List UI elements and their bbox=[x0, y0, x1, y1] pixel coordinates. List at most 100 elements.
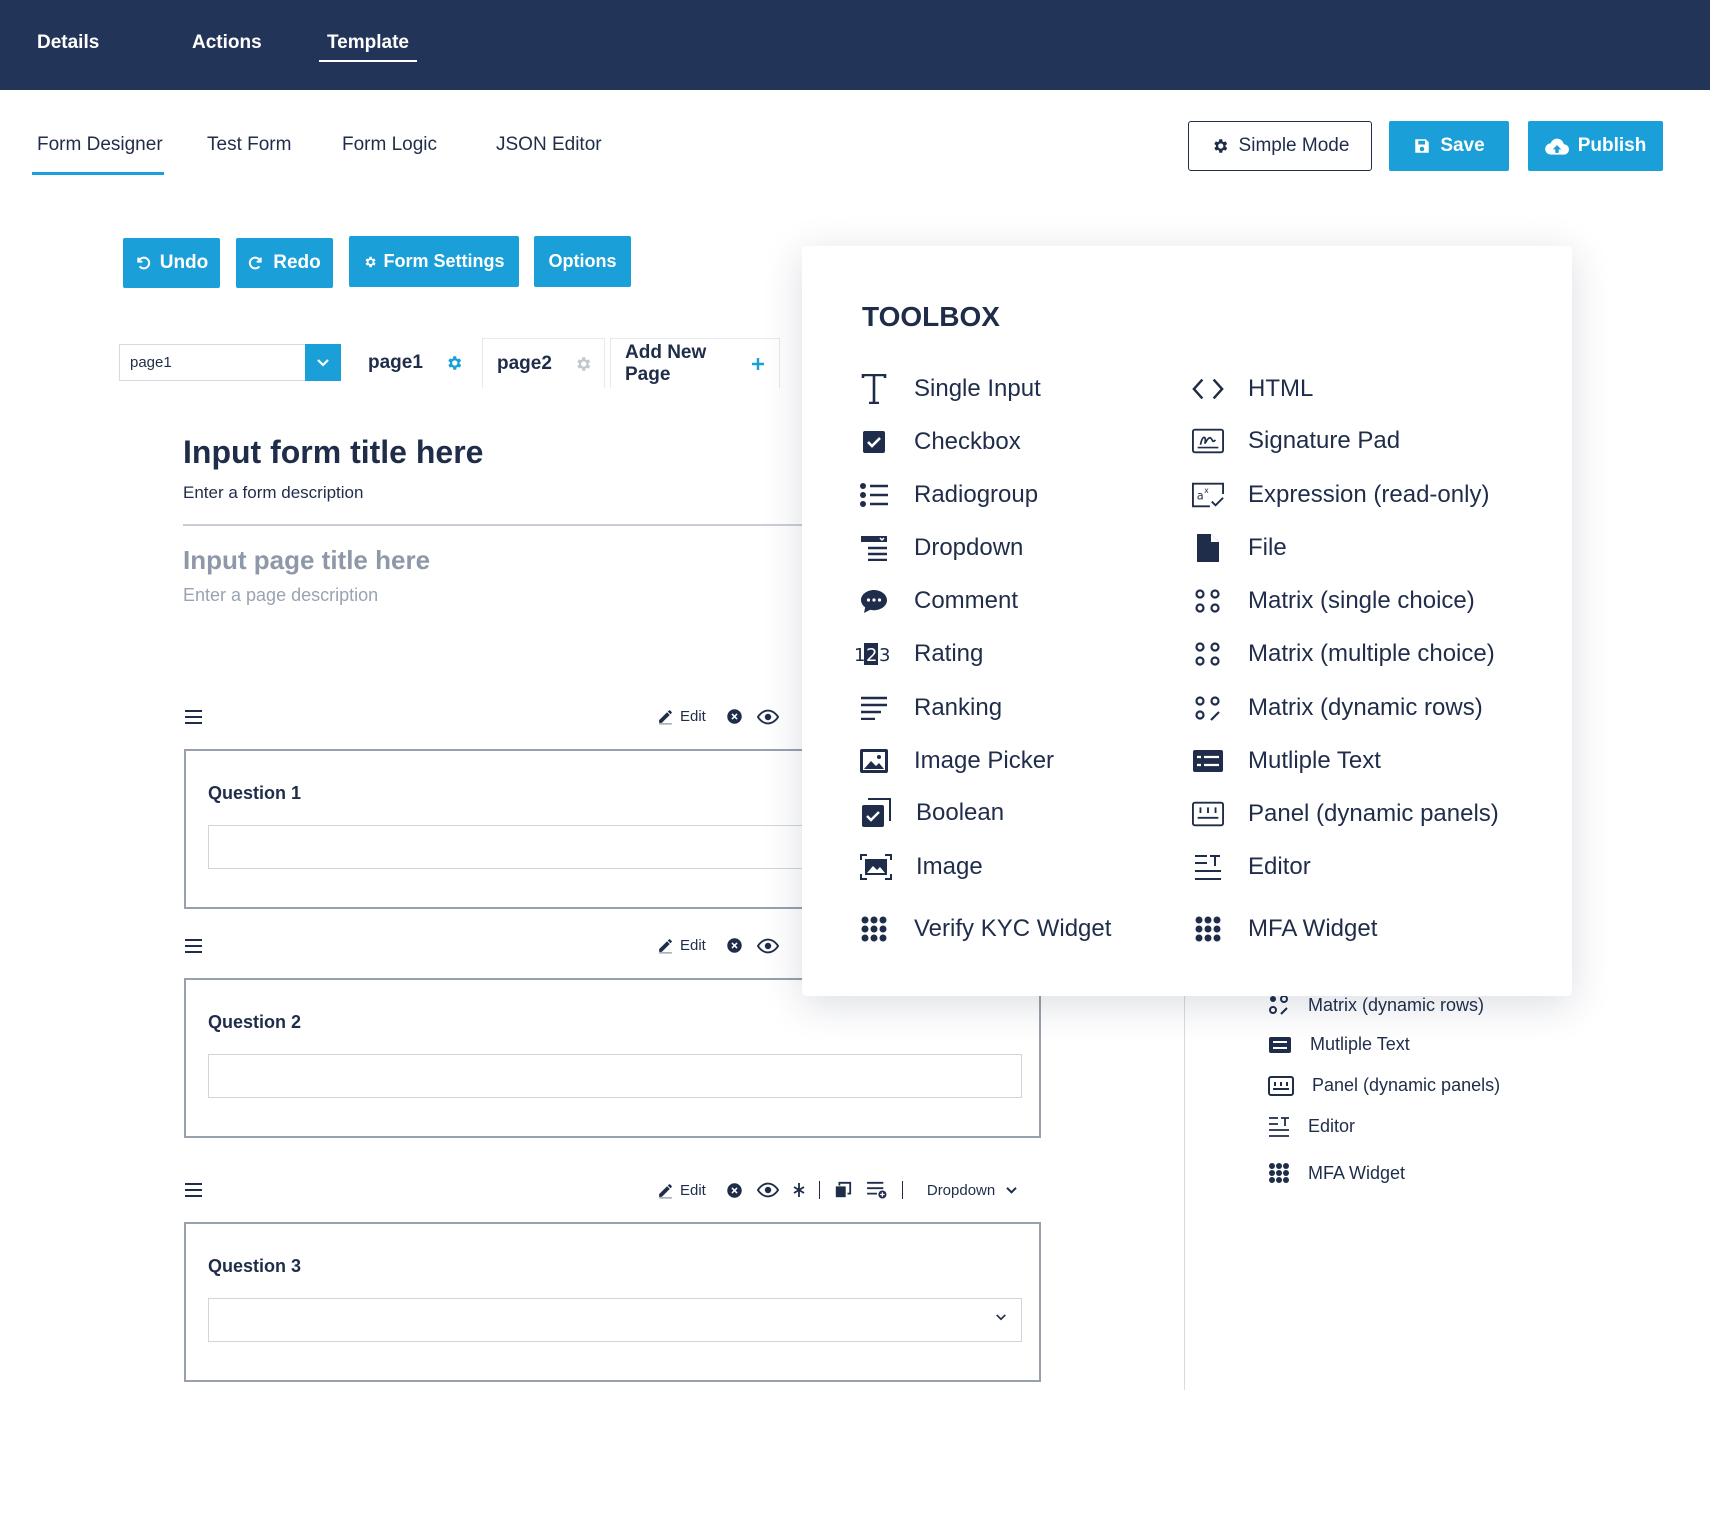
toolbox-item-comment[interactable]: Comment bbox=[858, 585, 1018, 617]
matrix-dynamic-icon bbox=[1268, 994, 1290, 1016]
toolbox-item[interactable]: Matrix (dynamic rows) bbox=[1268, 994, 1484, 1016]
question-card[interactable]: Question 3 bbox=[184, 1222, 1041, 1382]
delete-icon[interactable] bbox=[726, 1182, 743, 1199]
image-icon bbox=[860, 851, 892, 883]
toolbox-item[interactable]: Panel (dynamic panels) bbox=[1268, 1075, 1500, 1096]
tab-template[interactable]: Template bbox=[319, 32, 417, 62]
gear-icon[interactable] bbox=[574, 355, 592, 373]
toolbox-item-label: Panel (dynamic panels) bbox=[1312, 1075, 1501, 1095]
save-label: Save bbox=[1440, 135, 1485, 156]
toolbox-item-file[interactable]: File bbox=[1192, 532, 1287, 564]
undo-button[interactable]: Undo bbox=[123, 238, 220, 288]
toolbox-item-matrix-dynamic[interactable]: Matrix (dynamic rows) bbox=[1192, 692, 1483, 724]
question-card[interactable]: Question 2 bbox=[184, 978, 1041, 1138]
redo-button[interactable]: Redo bbox=[236, 238, 333, 288]
page-tab-label: page2 bbox=[497, 352, 552, 374]
page-tab-page2[interactable]: page2 bbox=[482, 338, 605, 388]
add-new-page-button[interactable]: Add New Page bbox=[610, 338, 780, 388]
eye-icon[interactable] bbox=[756, 1182, 779, 1198]
tab-details[interactable]: Details bbox=[37, 32, 99, 54]
subtab-form-designer[interactable]: Form Designer bbox=[32, 134, 164, 175]
pencil-icon bbox=[657, 1182, 674, 1199]
question-dropdown[interactable] bbox=[208, 1298, 1022, 1342]
pencil-icon bbox=[657, 937, 674, 954]
toolbox-item-ranking[interactable]: Ranking bbox=[858, 692, 1002, 724]
toolbox-item-matrix-multiple[interactable]: Matrix (multiple choice) bbox=[1192, 638, 1495, 670]
edit-button[interactable]: Edit bbox=[657, 937, 706, 954]
delete-icon[interactable] bbox=[726, 708, 743, 725]
toolbox-item-expression[interactable]: ax Expression (read-only) bbox=[1192, 479, 1489, 511]
drag-handle-icon[interactable] bbox=[185, 939, 202, 953]
publish-button[interactable]: Publish bbox=[1528, 121, 1663, 171]
toolbox-item-label: Matrix (multiple choice) bbox=[1248, 640, 1495, 667]
options-button[interactable]: Options bbox=[534, 236, 631, 287]
page-selector[interactable]: page1 bbox=[119, 344, 341, 381]
subtab-form-logic[interactable]: Form Logic bbox=[342, 134, 437, 156]
toolbox-item[interactable]: MFA Widget bbox=[1268, 1162, 1405, 1184]
ranking-icon bbox=[858, 692, 890, 724]
rating-icon: 123 bbox=[854, 638, 890, 670]
subtab-json-editor[interactable]: JSON Editor bbox=[496, 134, 602, 156]
toolbox-item-panel-dynamic[interactable]: Panel (dynamic panels) bbox=[1192, 798, 1499, 830]
toolbox-item-label: HTML bbox=[1248, 375, 1314, 402]
toolbox-item[interactable]: Editor bbox=[1268, 1115, 1355, 1137]
subtab-test-form[interactable]: Test Form bbox=[207, 134, 291, 156]
edit-button[interactable]: Edit bbox=[657, 1182, 706, 1199]
drag-handle-icon[interactable] bbox=[185, 1183, 202, 1197]
toolbox-item-label: Verify KYC Widget bbox=[914, 915, 1112, 942]
toolbox-item[interactable]: Mutliple Text bbox=[1268, 1034, 1410, 1055]
toolbox-item-single-input[interactable]: Single Input bbox=[858, 373, 1041, 405]
options-label: Options bbox=[548, 251, 617, 271]
separator bbox=[901, 1181, 903, 1199]
cloud-upload-icon bbox=[1544, 137, 1569, 155]
text-icon bbox=[858, 373, 890, 405]
gear-icon[interactable] bbox=[445, 354, 463, 372]
tab-actions[interactable]: Actions bbox=[192, 32, 262, 54]
toolbox-item-checkbox[interactable]: Checkbox bbox=[858, 426, 1021, 458]
question-input[interactable] bbox=[208, 1054, 1022, 1098]
toolbox-item-multiple-text[interactable]: Mutliple Text bbox=[1192, 745, 1381, 777]
duplicate-icon[interactable] bbox=[834, 1181, 852, 1199]
eye-icon[interactable] bbox=[756, 709, 779, 725]
toolbox-item-image-picker[interactable]: Image Picker bbox=[858, 745, 1054, 777]
pencil-icon bbox=[657, 708, 674, 725]
form-settings-button[interactable]: Form Settings bbox=[349, 236, 519, 287]
save-button[interactable]: Save bbox=[1389, 121, 1509, 171]
publish-label: Publish bbox=[1577, 135, 1647, 156]
delete-icon[interactable] bbox=[726, 937, 743, 954]
required-icon[interactable] bbox=[793, 1182, 805, 1198]
matrix-dynamic-icon bbox=[1192, 692, 1224, 724]
form-description[interactable]: Enter a form description bbox=[183, 483, 363, 503]
page-selector-value: page1 bbox=[130, 354, 172, 371]
question-type-dropdown[interactable]: Dropdown bbox=[927, 1182, 1018, 1199]
question-type-label: Dropdown bbox=[926, 1181, 996, 1199]
toolbox-panel bbox=[802, 246, 1572, 996]
toolbox-item-signature-pad[interactable]: Signature Pad bbox=[1192, 425, 1400, 457]
toolbox-item-html[interactable]: HTML bbox=[1192, 373, 1313, 405]
toolbox-item-boolean[interactable]: Boolean bbox=[860, 797, 1004, 829]
toolbox-item-verify-kyc-widget[interactable]: Verify KYC Widget bbox=[858, 913, 1111, 945]
toolbox-item-dropdown[interactable]: Dropdown bbox=[858, 532, 1023, 564]
svg-text:3: 3 bbox=[879, 645, 890, 666]
form-title[interactable]: Input form title here bbox=[183, 434, 483, 471]
page-description[interactable]: Enter a page description bbox=[183, 585, 378, 606]
edit-label: Edit bbox=[680, 937, 706, 954]
drag-handle-icon[interactable] bbox=[185, 710, 202, 724]
toolbox-item-mfa-widget[interactable]: MFA Widget bbox=[1192, 913, 1377, 945]
expression-icon: ax bbox=[1192, 479, 1224, 511]
page-tab-page1[interactable]: page1 bbox=[368, 338, 463, 388]
toolbox-item-rating[interactable]: 123 Rating bbox=[854, 638, 983, 670]
toolbox-item-radiogroup[interactable]: Radiogroup bbox=[858, 479, 1038, 511]
simple-mode-button[interactable]: Simple Mode bbox=[1188, 121, 1372, 171]
chevron-down-icon[interactable] bbox=[305, 344, 341, 381]
edit-button[interactable]: Edit bbox=[657, 708, 706, 725]
toolbox-item-matrix-single[interactable]: Matrix (single choice) bbox=[1192, 585, 1475, 617]
file-icon bbox=[1192, 532, 1224, 564]
chevron-down-icon bbox=[995, 1313, 1007, 1322]
add-to-toolbox-icon[interactable] bbox=[866, 1181, 888, 1199]
gear-icon bbox=[1211, 137, 1229, 155]
toolbox-item-editor[interactable]: Editor bbox=[1192, 851, 1311, 883]
page-title[interactable]: Input page title here bbox=[183, 545, 430, 576]
toolbox-item-image[interactable]: Image bbox=[860, 851, 983, 883]
eye-icon[interactable] bbox=[756, 938, 779, 954]
